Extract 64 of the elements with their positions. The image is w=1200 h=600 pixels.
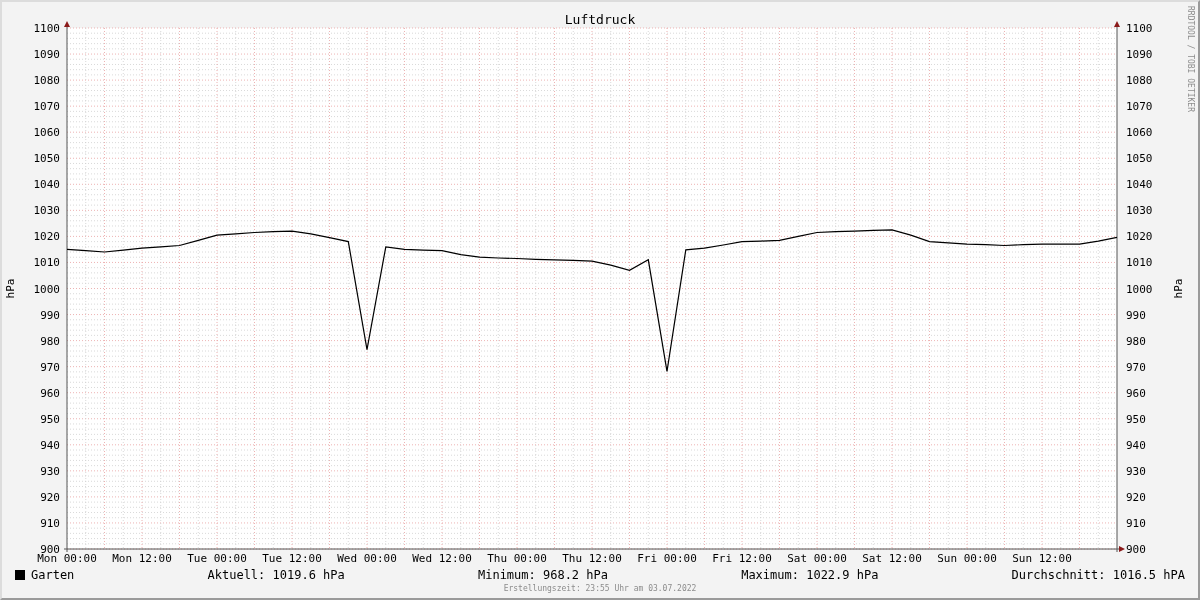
y-tick-label: 900 [1126,543,1146,556]
y-tick-label: 920 [1126,490,1146,504]
y-tick-label: 1080 [33,74,60,88]
y-tick-label: 960 [40,386,60,400]
x-tick-label: Thu 00:00 [487,552,547,565]
y-tick-label: 1100 [1126,22,1153,35]
y-tick-label: 1080 [1126,74,1153,88]
x-tick-label: Wed 12:00 [412,552,472,565]
x-tick-label: Mon 12:00 [112,552,172,565]
y-tick-label: 970 [1126,360,1146,374]
y-tick-label: 920 [40,490,60,504]
y-tick-label: 1000 [33,282,60,296]
y-tick-label: 930 [40,464,60,478]
y-tick-label: 990 [40,308,60,322]
axis-title: hPa [1172,278,1185,299]
y-tick-label: 960 [1126,386,1146,400]
y-tick-label: 930 [1126,464,1146,478]
y-tick-label: 1020 [1126,230,1153,244]
x-tick-label: Tue 00:00 [187,552,247,565]
legend-stat: Maximum: 1022.9 hPa [741,567,879,584]
y-tick-label: 1050 [33,152,60,166]
y-tick-label: 940 [1126,438,1146,452]
y-tick-label: 1060 [1126,126,1153,140]
x-tick-label: Thu 12:00 [562,552,622,565]
y-tick-label: 950 [40,412,60,426]
timestamp-text: Erstellungszeit: 23:55 Uhr am 03.07.2022 [503,583,697,595]
y-tick-label: 1030 [33,204,60,218]
y-tick-label: 910 [40,516,60,530]
y-tick-label: 1070 [33,100,60,114]
y-tick-label: 1070 [1126,100,1153,114]
x-tick-label: Fri 00:00 [637,552,697,565]
y-tick-label: 1050 [1126,152,1153,166]
x-tick-label: Sat 12:00 [862,552,922,565]
x-tick-label: Wed 00:00 [337,552,397,565]
y-tick-label: 1010 [1126,256,1153,270]
legend-label: Garten [31,567,75,584]
y-tick-label: 1040 [33,178,60,192]
x-tick-label: Tue 12:00 [262,552,322,565]
axis-title: hPa [4,278,17,299]
y-tick-label: 1040 [1126,178,1153,192]
y-tick-label: 1090 [1126,48,1153,62]
y-tick-label: 1010 [33,256,60,270]
chart-title: Luftdruck [564,12,636,27]
y-tick-label: 950 [1126,412,1146,426]
y-tick-label: 970 [40,360,60,374]
legend-stat: Aktuell: 1019.6 hPa [207,567,345,584]
x-tick-label: Sun 12:00 [1012,552,1072,565]
y-tick-label: 910 [1126,516,1146,530]
legend-stat: Durchschnitt: 1016.5 hPA [1011,567,1185,584]
y-tick-label: 1020 [33,230,60,244]
watermark-text: RRDTOOL / TOBI OETIKER [1186,6,1195,112]
y-tick-label: 990 [1126,308,1146,322]
x-tick-label: Sun 00:00 [937,552,997,565]
x-tick-label: Sat 00:00 [787,552,847,565]
y-tick-label: 1030 [1126,204,1153,218]
y-tick-label: 980 [40,334,60,348]
y-tick-label: 940 [40,438,60,452]
x-tick-label: Fri 12:00 [712,552,772,565]
y-tick-label: 1090 [33,48,60,62]
y-tick-label: 1060 [33,126,60,140]
y-tick-label: 980 [1126,334,1146,348]
y-tick-label: 1000 [1126,282,1153,296]
y-tick-label: 1100 [33,22,60,35]
legend-stat: Minimum: 968.2 hPa [477,567,608,584]
